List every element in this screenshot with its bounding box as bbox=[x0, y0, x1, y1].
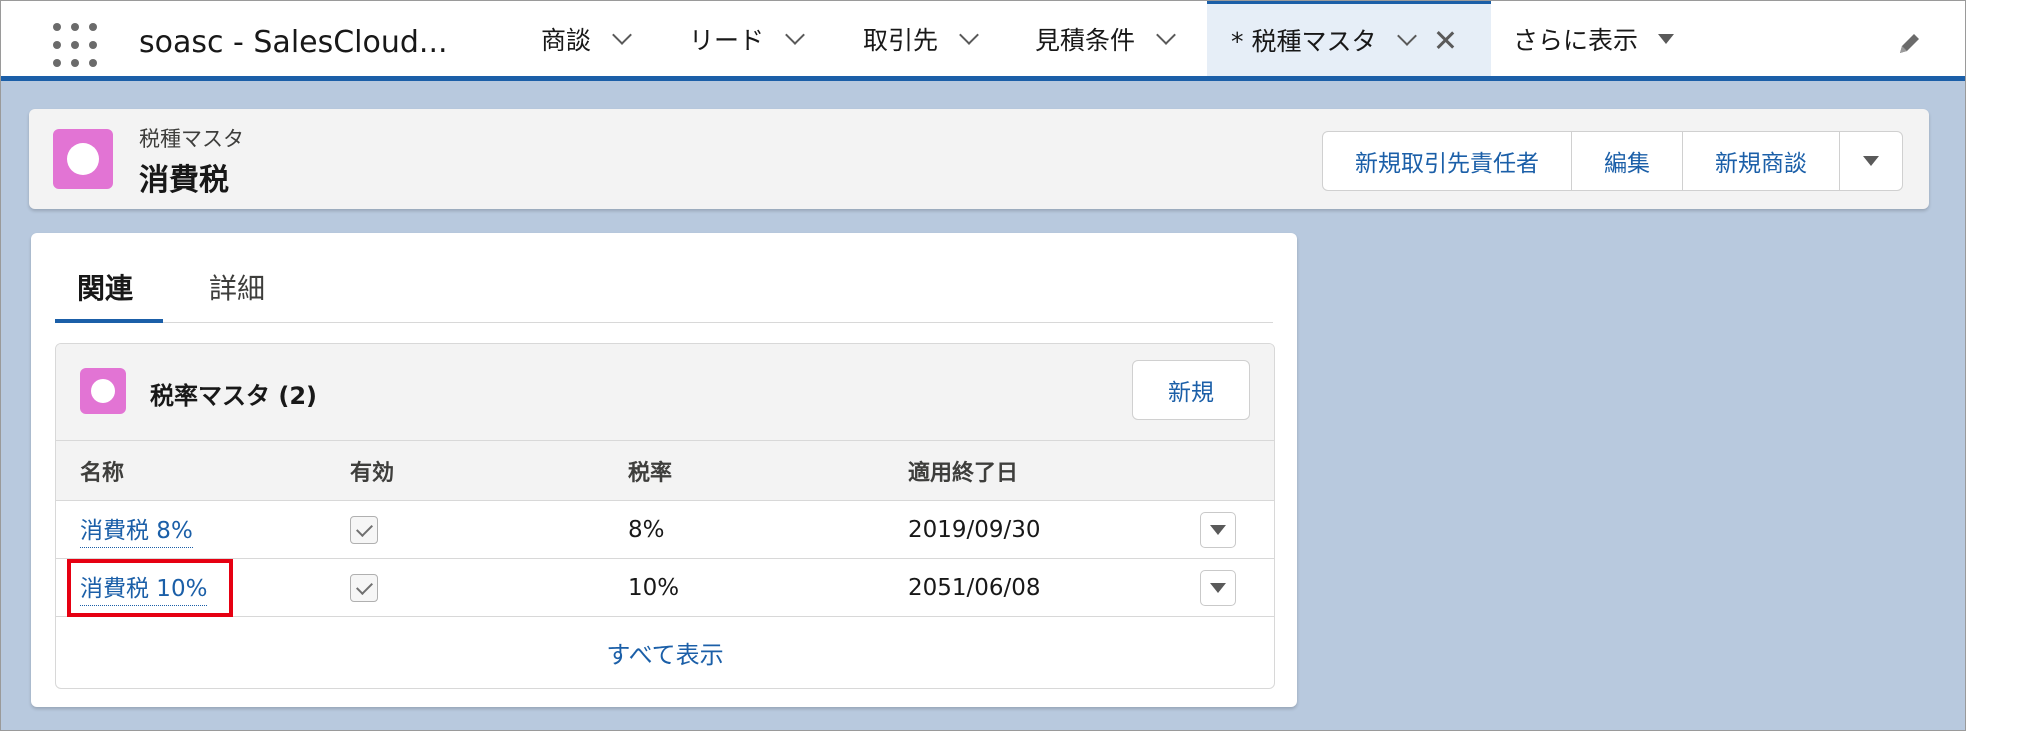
column-header-end-date[interactable]: 適用終了日 bbox=[908, 441, 1018, 500]
browser-frame: soasc - SalesCloud... 商談 リード 取引先 見積条件 * … bbox=[0, 0, 1966, 731]
nav-item-label: 見積条件 bbox=[1035, 25, 1136, 55]
chevron-down-icon[interactable] bbox=[785, 24, 805, 45]
related-list-title[interactable]: 税率マスタ (2) bbox=[150, 376, 317, 411]
chevron-down-icon[interactable] bbox=[1397, 26, 1418, 46]
record-link[interactable]: 消費税 8% bbox=[80, 511, 193, 548]
nav-item-accounts[interactable]: 取引先 bbox=[863, 1, 979, 76]
view-all-link[interactable]: すべて表示 bbox=[56, 616, 1274, 688]
global-nav-bar: soasc - SalesCloud... 商談 リード 取引先 見積条件 * … bbox=[1, 1, 1965, 81]
app-launcher-icon[interactable] bbox=[53, 23, 97, 67]
tab-divider bbox=[55, 322, 1273, 323]
nav-item-label: 商談 bbox=[541, 25, 592, 55]
caret-down-icon bbox=[1210, 582, 1226, 593]
record-highlights-panel: 税種マスタ 消費税 新規取引先責任者 編集 新規商談 bbox=[29, 109, 1929, 209]
row-actions-button[interactable] bbox=[1200, 511, 1236, 548]
nav-more[interactable]: さらに表示 bbox=[1513, 1, 1675, 76]
tab-details[interactable]: 詳細 bbox=[209, 267, 265, 307]
related-list-header: 税率マスタ (2) 新規 bbox=[56, 344, 1274, 440]
object-icon bbox=[53, 129, 113, 189]
checked-checkbox-icon bbox=[350, 515, 378, 544]
nav-item-label: * 税種マスタ bbox=[1231, 27, 1377, 56]
row-actions-button[interactable] bbox=[1200, 569, 1236, 606]
nav-item-label: 取引先 bbox=[863, 25, 939, 55]
new-contact-button[interactable]: 新規取引先責任者 bbox=[1323, 132, 1572, 190]
related-list-tax-rate-master: 税率マスタ (2) 新規 名称 有効 税率 適用終了日 消費税 8% 8% 20… bbox=[55, 343, 1275, 689]
caret-down-icon bbox=[1210, 524, 1226, 535]
more-actions-button[interactable] bbox=[1840, 132, 1902, 190]
end-date-value: 2051/06/08 bbox=[908, 574, 1041, 601]
end-date-value: 2019/09/30 bbox=[908, 516, 1041, 543]
table-row: 消費税 8% 8% 2019/09/30 bbox=[56, 500, 1274, 558]
table-header-row: 名称 有効 税率 適用終了日 bbox=[56, 440, 1274, 500]
record-detail-card: 関連 詳細 税率マスタ (2) 新規 名称 有効 税率 適用終了日 消費税 8% bbox=[31, 233, 1297, 707]
record-link[interactable]: 消費税 10% bbox=[80, 569, 208, 606]
table-row: 消費税 10% 10% 2051/06/08 bbox=[56, 558, 1274, 616]
nav-item-opportunities[interactable]: 商談 bbox=[541, 1, 632, 76]
close-icon[interactable] bbox=[1434, 29, 1456, 51]
object-type-label: 税種マスタ bbox=[139, 127, 244, 151]
column-header-active[interactable]: 有効 bbox=[350, 441, 394, 500]
column-header-tax-rate[interactable]: 税率 bbox=[628, 441, 672, 500]
tax-rate-value: 10% bbox=[628, 574, 680, 601]
chevron-down-icon[interactable] bbox=[612, 24, 632, 45]
active-tab-indicator bbox=[55, 319, 163, 323]
nav-item-tax-type-master[interactable]: * 税種マスタ bbox=[1207, 1, 1491, 76]
column-header-name[interactable]: 名称 bbox=[80, 441, 124, 500]
object-icon bbox=[80, 368, 126, 414]
app-name: soasc - SalesCloud... bbox=[139, 25, 448, 60]
edit-button[interactable]: 編集 bbox=[1572, 132, 1683, 190]
record-action-group: 新規取引先責任者 編集 新規商談 bbox=[1322, 131, 1903, 191]
nav-item-quote-terms[interactable]: 見積条件 bbox=[1035, 1, 1176, 76]
caret-down-icon bbox=[1863, 156, 1879, 166]
pencil-icon[interactable] bbox=[1896, 31, 1922, 57]
chevron-down-icon[interactable] bbox=[1156, 24, 1176, 45]
new-opportunity-button[interactable]: 新規商談 bbox=[1683, 132, 1840, 190]
caret-down-icon bbox=[1658, 33, 1675, 44]
chevron-down-icon[interactable] bbox=[959, 24, 979, 45]
record-title: 消費税 bbox=[139, 163, 229, 198]
nav-item-label: リード bbox=[689, 25, 765, 55]
tab-related[interactable]: 関連 bbox=[77, 267, 133, 307]
new-button[interactable]: 新規 bbox=[1132, 360, 1250, 420]
nav-item-leads[interactable]: リード bbox=[689, 1, 805, 76]
tax-rate-value: 8% bbox=[628, 516, 665, 543]
checked-checkbox-icon bbox=[350, 573, 378, 602]
nav-more-label: さらに表示 bbox=[1513, 25, 1639, 55]
